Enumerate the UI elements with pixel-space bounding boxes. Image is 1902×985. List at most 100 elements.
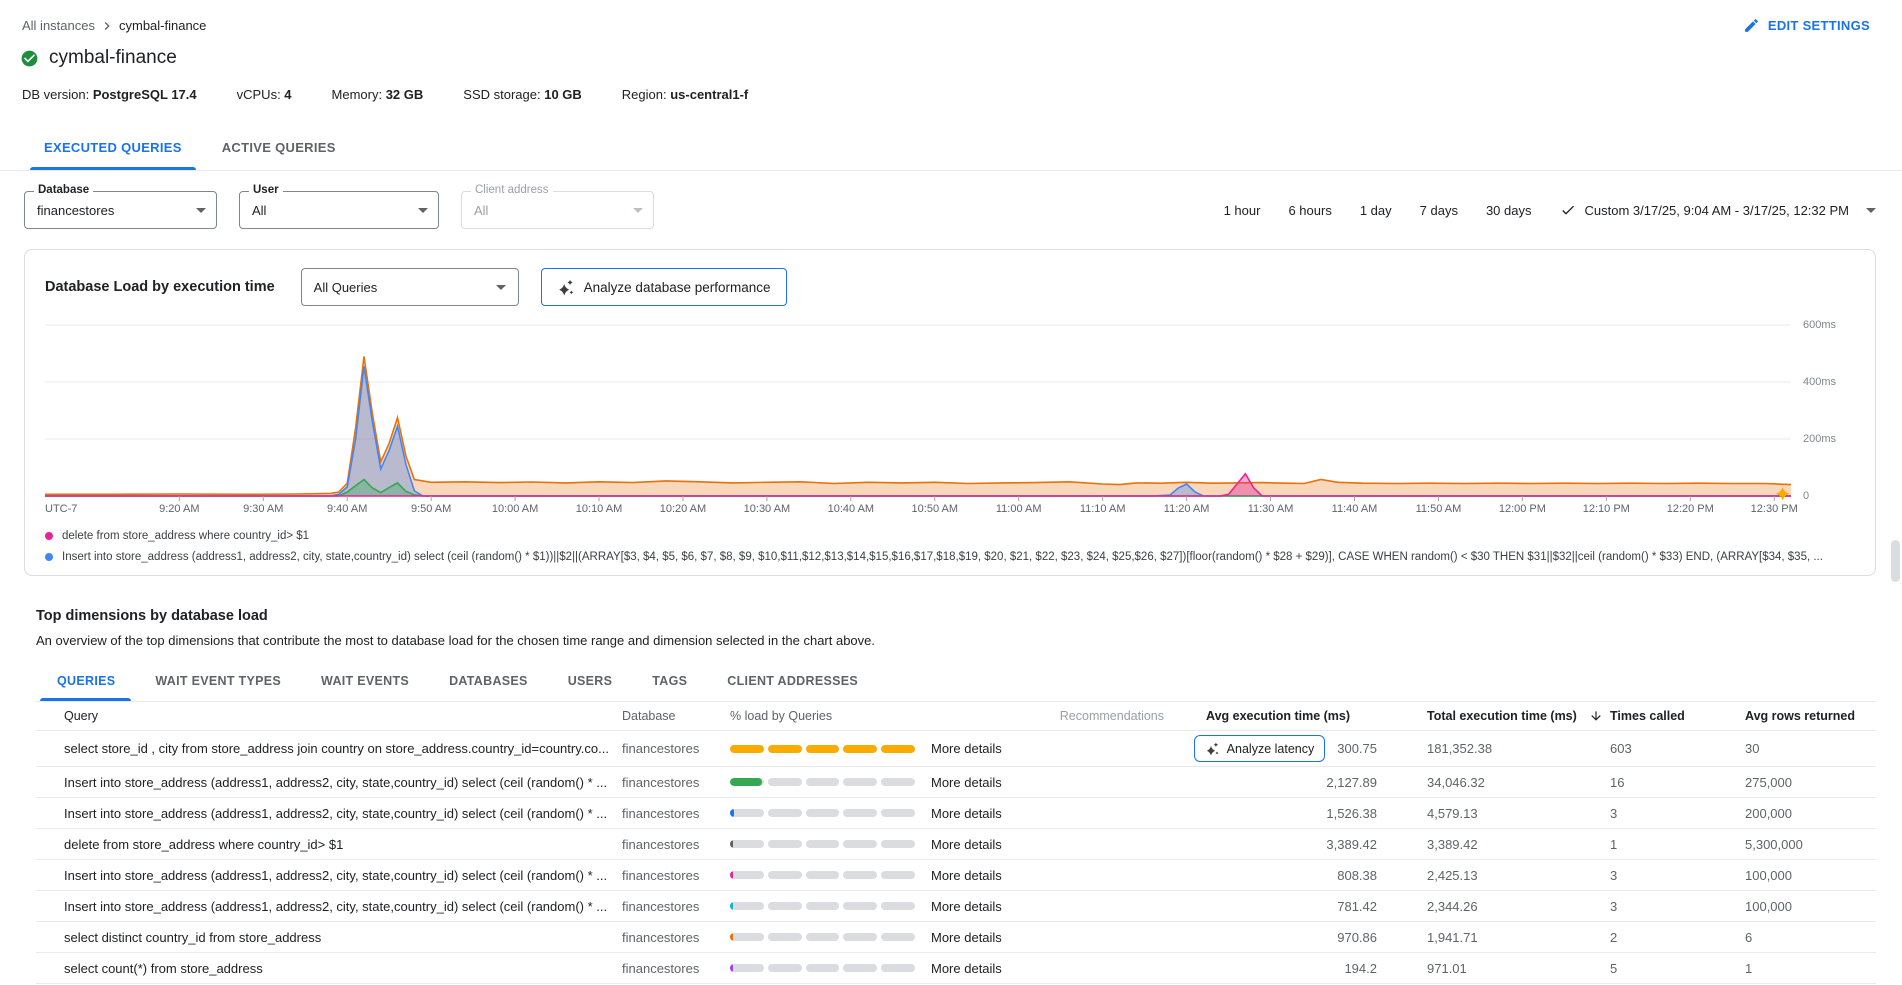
load-bar-segment <box>881 902 915 910</box>
table-row: Insert into store_address (address1, add… <box>36 891 1876 922</box>
time-range-6-hours[interactable]: 6 hours <box>1288 203 1331 218</box>
dimension-tab-wait-event-types[interactable]: WAIT EVENT TYPES <box>135 662 301 701</box>
load-bar-fill <box>730 840 733 848</box>
time-range-7-days[interactable]: 7 days <box>1420 203 1458 218</box>
load-bar-fill <box>730 964 733 972</box>
load-bar-segment <box>730 933 764 941</box>
column-header-query: Query <box>36 709 622 723</box>
times-called-cell: 3 <box>1610 806 1745 821</box>
load-bar <box>730 778 915 786</box>
column-header-total-execution-time-ms[interactable]: Total execution time (ms) <box>1395 709 1610 723</box>
breadcrumb-all-instances[interactable]: All instances <box>22 18 95 33</box>
avg-execution-time-cell: 194.2 <box>1180 961 1395 976</box>
total-execution-time-cell: 1,941.71 <box>1395 930 1610 945</box>
more-details-link[interactable]: More details <box>931 868 1002 883</box>
instance-meta: DB version: PostgreSQL 17.4vCPUs: 4Memor… <box>0 69 1902 102</box>
query-text[interactable]: Insert into store_address (address1, add… <box>36 775 622 790</box>
dimension-tab-queries[interactable]: QUERIES <box>36 662 135 701</box>
avg-rows-returned-cell: 6 <box>1745 930 1876 945</box>
scrollbar-thumb[interactable] <box>1891 540 1900 582</box>
instance-meta-item: Memory: 32 GB <box>332 87 424 102</box>
page-title: cymbal-finance <box>49 47 177 69</box>
query-text[interactable]: delete from store_address where country_… <box>36 837 622 852</box>
load-bar-segment <box>843 809 877 817</box>
database-filter[interactable]: Database financestores <box>24 191 217 229</box>
custom-time-range[interactable]: Custom 3/17/25, 9:04 AM - 3/17/25, 12:32… <box>1560 202 1877 218</box>
top-bar: All instances cymbal-finance EDIT SETTIN… <box>0 0 1902 35</box>
avg-rows-returned-cell: 200,000 <box>1745 806 1876 821</box>
dropdown-arrow-icon <box>496 285 506 290</box>
avg-rows-returned-cell: 5,300,000 <box>1745 837 1876 852</box>
load-cell: More details <box>730 775 1040 790</box>
healthy-status-icon <box>20 49 39 68</box>
avg-execution-time-cell: 970.86 <box>1180 930 1395 945</box>
load-bar-segment <box>881 840 915 848</box>
times-called-cell: 603 <box>1610 741 1745 756</box>
tab-active-queries[interactable]: ACTIVE QUERIES <box>202 124 356 170</box>
x-axis-label: 9:50 AM <box>411 503 451 515</box>
load-bar-segment <box>881 745 915 753</box>
time-range-30-days[interactable]: 30 days <box>1486 203 1532 218</box>
load-cell: More details <box>730 930 1040 945</box>
edit-settings-button[interactable]: EDIT SETTINGS <box>1737 16 1876 35</box>
instance-meta-item: SSD storage: 10 GB <box>463 87 582 102</box>
legend-label: Insert into store_address (address1, add… <box>62 551 1823 563</box>
user-filter-value: All <box>252 203 410 218</box>
total-execution-time-cell: 2,344.26 <box>1395 899 1610 914</box>
query-text[interactable]: Insert into store_address (address1, add… <box>36 868 622 883</box>
load-bar-segment <box>730 902 764 910</box>
more-details-link[interactable]: More details <box>931 806 1002 821</box>
query-text[interactable]: select store_id , city from store_addres… <box>36 741 622 756</box>
times-called-cell: 5 <box>1610 961 1745 976</box>
query-text[interactable]: select distinct country_id from store_ad… <box>36 930 622 945</box>
column-header-database: Database <box>622 709 730 723</box>
table-row: delete from store_address where country_… <box>36 829 1876 860</box>
dimension-tab-client-addresses[interactable]: CLIENT ADDRESSES <box>707 662 878 701</box>
query-text[interactable]: Insert into store_address (address1, add… <box>36 806 622 821</box>
chart-plot-area[interactable]: UTC-79:20 AM9:30 AM9:40 AM9:50 AM10:00 A… <box>45 320 1791 518</box>
avg-rows-returned-cell: 1 <box>1745 961 1876 976</box>
chart-series-area <box>45 366 1791 496</box>
client-address-filter-label: Client address <box>471 184 553 196</box>
more-details-link[interactable]: More details <box>931 930 1002 945</box>
instance-meta-item: vCPUs: 4 <box>237 87 292 102</box>
time-range-1-day[interactable]: 1 day <box>1360 203 1392 218</box>
more-details-link[interactable]: More details <box>931 775 1002 790</box>
dimension-tab-wait-events[interactable]: WAIT EVENTS <box>301 662 429 701</box>
database-filter-value: financestores <box>37 203 188 218</box>
dimension-tab-databases[interactable]: DATABASES <box>429 662 548 701</box>
more-details-link[interactable]: More details <box>931 837 1002 852</box>
avg-execution-time-value: 300.75 <box>1337 741 1377 756</box>
avg-execution-time-value: 3,389.42 <box>1326 837 1377 852</box>
load-bar-fill <box>730 745 764 753</box>
top-dimensions-title: Top dimensions by database load <box>36 608 1876 624</box>
query-filter-select[interactable]: All Queries <box>301 268 519 306</box>
analyze-latency-button[interactable]: Analyze latency <box>1194 735 1326 762</box>
dimension-tab-users[interactable]: USERS <box>548 662 633 701</box>
avg-execution-time-cell: 781.42 <box>1180 899 1395 914</box>
query-text[interactable]: select count(*) from store_address <box>36 961 622 976</box>
user-filter[interactable]: User All <box>239 191 439 229</box>
dimension-tab-tags[interactable]: TAGS <box>632 662 707 701</box>
load-bar <box>730 964 915 972</box>
query-text[interactable]: Insert into store_address (address1, add… <box>36 899 622 914</box>
load-bar-segment <box>806 964 840 972</box>
x-axis-label: 11:20 AM <box>1164 503 1210 515</box>
load-bar-segment <box>843 964 877 972</box>
column-header-label: % load by Queries <box>730 709 832 723</box>
more-details-link[interactable]: More details <box>931 961 1002 976</box>
legend-dot-icon <box>45 532 53 540</box>
database-cell: financestores <box>622 806 730 821</box>
more-details-link[interactable]: More details <box>931 741 1002 756</box>
column-header-load-by-queries: % load by Queries <box>730 709 1040 723</box>
breadcrumb-current: cymbal-finance <box>119 18 206 33</box>
top-dimensions-description: An overview of the top dimensions that c… <box>36 633 1876 648</box>
time-range-1-hour[interactable]: 1 hour <box>1224 203 1261 218</box>
analyze-database-performance-button[interactable]: Analyze database performance <box>541 268 787 306</box>
load-cell: More details <box>730 868 1040 883</box>
avg-execution-time-value: 970.86 <box>1337 930 1377 945</box>
more-details-link[interactable]: More details <box>931 899 1002 914</box>
tab-executed-queries[interactable]: EXECUTED QUERIES <box>24 124 202 170</box>
timezone-label: UTC-7 <box>45 503 77 515</box>
avg-rows-returned-cell: 100,000 <box>1745 868 1876 883</box>
